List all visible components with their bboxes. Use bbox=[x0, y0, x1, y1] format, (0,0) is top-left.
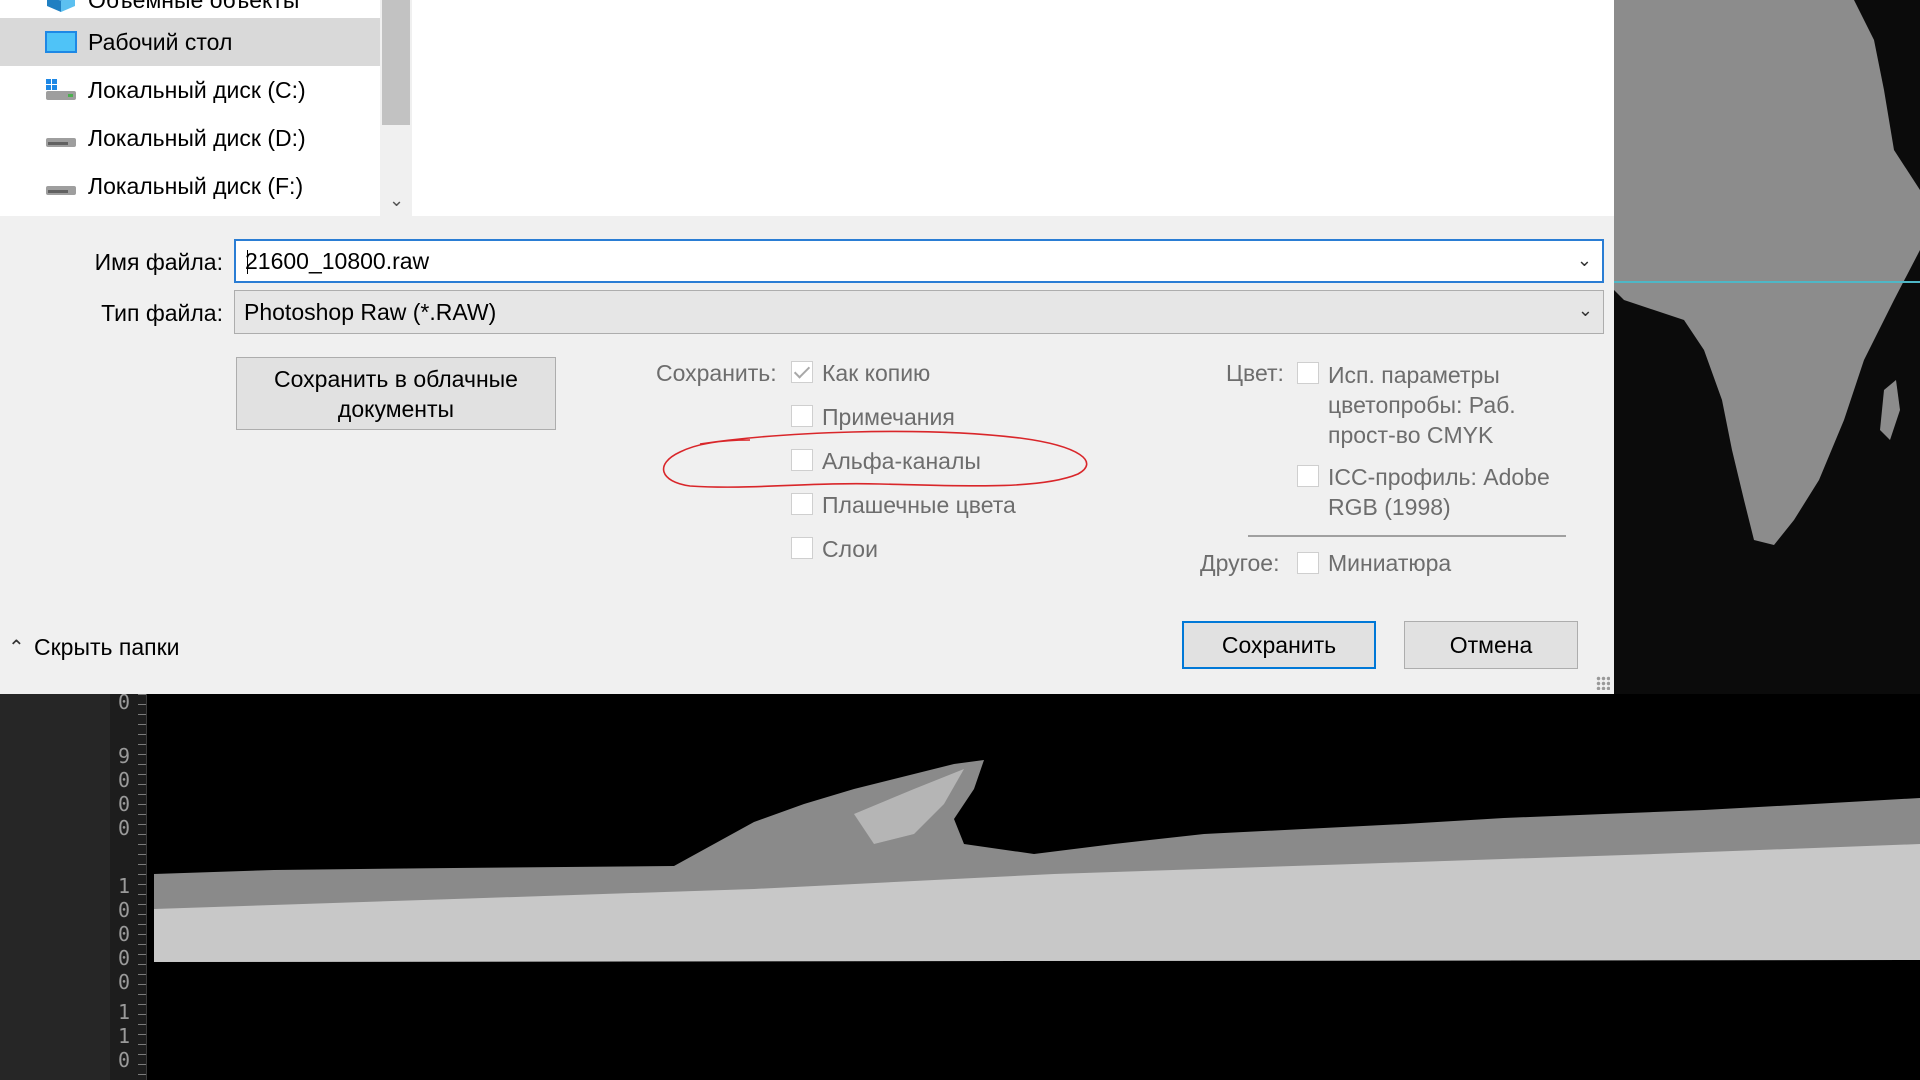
ruler-digit: 0 bbox=[117, 970, 131, 994]
options-separator bbox=[1248, 535, 1566, 537]
thumbnail-checkbox[interactable] bbox=[1297, 552, 1319, 574]
chevron-down-icon[interactable]: ⌄ bbox=[1578, 300, 1593, 321]
icc-profile-label: ICC-профиль: Adobe RGB (1998) bbox=[1328, 462, 1550, 522]
ruler-digit: 0 bbox=[117, 946, 131, 970]
nav-scrollbar[interactable]: ⌄ bbox=[380, 0, 412, 216]
text-caret bbox=[247, 250, 248, 274]
nav-item-drive-d[interactable]: Локальный диск (D:) bbox=[0, 114, 380, 162]
use-proof-setup-checkbox[interactable] bbox=[1297, 362, 1319, 384]
spot-colors-checkbox[interactable] bbox=[791, 493, 813, 515]
proof-line-2: цветопробы: Раб. bbox=[1328, 392, 1516, 418]
image-canvas[interactable] bbox=[154, 694, 1920, 1080]
hide-folders-toggle[interactable]: ⌃ Скрыть папки bbox=[8, 634, 180, 661]
filetype-value: Photoshop Raw (*.RAW) bbox=[244, 298, 497, 325]
ruler-digit: 0 bbox=[117, 922, 131, 946]
save-to-cloud-button[interactable]: Сохранить в облачные документы bbox=[236, 357, 556, 430]
ruler-digit: 0 bbox=[117, 816, 131, 840]
nav-item-drive-c[interactable]: Локальный диск (C:) bbox=[0, 66, 380, 114]
icc-line-2: RGB (1998) bbox=[1328, 494, 1451, 520]
ruler-digit: 1 bbox=[117, 874, 131, 898]
cloud-button-line1: Сохранить в облачные bbox=[274, 365, 518, 392]
color-label: Цвет: bbox=[1226, 360, 1284, 386]
layers-label: Слои bbox=[822, 536, 878, 562]
resize-grip-icon[interactable] bbox=[1596, 676, 1610, 690]
system-drive-icon bbox=[46, 79, 76, 100]
cloud-button-line2: документы bbox=[337, 395, 455, 422]
save-button[interactable]: Сохранить bbox=[1182, 621, 1376, 669]
nav-item-label: Рабочий стол bbox=[88, 28, 233, 55]
cancel-button[interactable]: Отмена bbox=[1404, 621, 1578, 669]
icc-line-1: ICC-профиль: Adobe bbox=[1328, 464, 1550, 490]
nav-item-label: Локальный диск (F:) bbox=[88, 172, 304, 199]
file-list-area[interactable] bbox=[412, 0, 1614, 216]
filename-label: Имя файла: bbox=[94, 249, 223, 275]
nav-item-label: Объемные объекты bbox=[88, 0, 299, 14]
other-label: Другое: bbox=[1200, 550, 1280, 576]
as-copy-label: Как копию bbox=[822, 360, 931, 386]
notes-label: Примечания bbox=[822, 404, 955, 430]
icc-profile-checkbox[interactable] bbox=[1297, 465, 1319, 487]
navigation-pane: Объемные объекты Рабочий стол Локальный … bbox=[0, 0, 412, 216]
save-as-dialog: Объемные объекты Рабочий стол Локальный … bbox=[0, 0, 1614, 694]
vertical-ruler: 0 9 0 0 0 1 0 0 0 0 1 1 0 bbox=[110, 690, 147, 1080]
spot-colors-label: Плашечные цвета bbox=[822, 492, 1016, 518]
filename-value: 21600_10800.raw bbox=[245, 247, 430, 274]
filetype-select[interactable]: Photoshop Raw (*.RAW) ⌄ bbox=[234, 290, 1604, 334]
red-circle-annotation bbox=[662, 430, 1088, 488]
nav-item-drive-f[interactable]: Локальный диск (F:) bbox=[0, 162, 380, 210]
proof-line-1: Исп. параметры bbox=[1328, 362, 1500, 388]
filetype-label: Тип файла: bbox=[101, 300, 223, 326]
ruler-digit: 0 bbox=[117, 792, 131, 816]
desktop-icon bbox=[45, 31, 77, 53]
ruler-digit: 0 bbox=[117, 768, 131, 792]
thumbnail-label: Миниатюра bbox=[1328, 550, 1452, 576]
ruler-digit: 0 bbox=[117, 898, 131, 922]
use-proof-setup-label: Исп. параметры цветопробы: Раб. прост-во… bbox=[1328, 360, 1516, 450]
ruler-digit: 1 bbox=[117, 1000, 131, 1024]
filename-input[interactable]: 21600_10800.raw ⌄ bbox=[234, 239, 1604, 283]
drive-icon bbox=[46, 138, 76, 147]
layers-checkbox[interactable] bbox=[791, 537, 813, 559]
proof-line-3: прост-во CMYK bbox=[1328, 422, 1494, 448]
ruler-digit: 1 bbox=[117, 1024, 131, 1048]
nav-item-label: Локальный диск (D:) bbox=[88, 124, 306, 151]
chevron-down-icon[interactable]: ⌄ bbox=[389, 190, 404, 211]
nav-item-desktop[interactable]: Рабочий стол bbox=[0, 18, 380, 66]
drive-icon bbox=[46, 186, 76, 195]
scrollbar-thumb[interactable] bbox=[382, 0, 410, 125]
save-options-label: Сохранить: bbox=[656, 360, 777, 386]
notes-checkbox[interactable] bbox=[791, 405, 813, 427]
ruler-digit: 9 bbox=[117, 744, 131, 768]
as-copy-checkbox[interactable] bbox=[791, 361, 813, 383]
hide-folders-label: Скрыть папки bbox=[34, 634, 180, 660]
chevron-down-icon[interactable]: ⌄ bbox=[1577, 250, 1592, 271]
ruler-ticks bbox=[138, 694, 146, 1080]
chevron-up-icon: ⌃ bbox=[8, 637, 25, 659]
nav-item-label: Локальный диск (C:) bbox=[88, 76, 306, 103]
3d-objects-icon bbox=[47, 0, 75, 12]
ruler-digit: 0 bbox=[117, 1048, 131, 1072]
africa-map-area bbox=[1614, 0, 1920, 694]
toolbar-panel bbox=[0, 694, 110, 1080]
